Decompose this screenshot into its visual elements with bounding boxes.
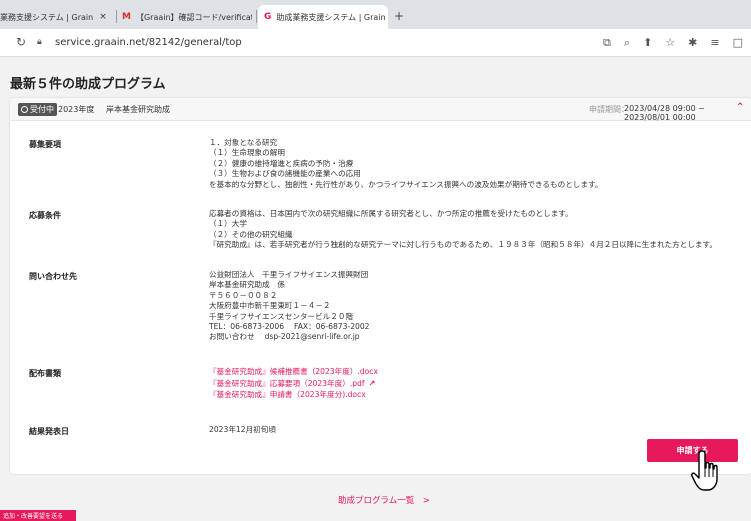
- application-period: 2023/04/28 09:00 ~ 2023/08/01 00:00: [624, 104, 705, 122]
- text-line: 『研究助成』は、若手研究者が行う独創的な研究テーマに対し行うものであるため、１９…: [209, 240, 717, 250]
- side-panel-icon[interactable]: □: [733, 36, 743, 50]
- requirements-label: 応募条件: [29, 211, 61, 220]
- new-tab-button[interactable]: +: [394, 9, 404, 23]
- close-tab-icon[interactable]: ×: [99, 12, 107, 22]
- bookmark-star-icon[interactable]: ☆: [665, 36, 675, 50]
- text-line: （１）大学: [209, 219, 247, 229]
- text-line: １．対象となる研究: [209, 138, 278, 147]
- document-link[interactable]: 『基金研究助成』応募要項（2023年度）.pdf: [209, 379, 365, 388]
- reading-list-icon[interactable]: ≡: [710, 36, 719, 50]
- contact-body: 公益財団法人 千里ライフサイエンス振興財団 岸本基金研究助成 係 〒５６０－００…: [209, 270, 370, 343]
- document-link[interactable]: 『基金研究助成』申請書（2023年度分).docx: [209, 389, 378, 401]
- hand-cursor-icon: [691, 450, 718, 491]
- zoom-icon[interactable]: ⌕: [624, 36, 630, 50]
- tab-grain-active[interactable]: G 助成業務支援システム | Grain ×: [258, 5, 388, 29]
- text-line: お問い合わせ dsp-2021@senri-life.or.jp: [209, 332, 360, 342]
- text-line: 千里ライフサイエンスセンタービル２０階: [209, 311, 354, 321]
- requirements-body: 応募者の資格は、日本国内で次の研究組織に所属する研究者とし、かつ所定の推薦を受け…: [209, 209, 717, 251]
- chevron-up-icon[interactable]: ⌃: [736, 102, 744, 113]
- text-line: を基本的な分野とし、独創性・先行性があり、かつライフサイエンス振興への波及効果が…: [209, 179, 603, 189]
- program-card-header[interactable]: 受付中 2023年度 岸本基金研究助成 申請期間： 2023/04/28 09:…: [10, 98, 751, 122]
- page-title: 最新５件の助成プログラム: [10, 77, 166, 92]
- status-label: 受付中: [30, 105, 54, 114]
- feedback-button[interactable]: 追加・改善要望を送る: [0, 510, 76, 521]
- address-bar[interactable]: service.graain.net/82142/general/top: [55, 37, 242, 48]
- text-line: 応募者の資格は、日本国内で次の研究組織に所属する研究者とし、かつ所定の推薦を受け…: [209, 209, 573, 218]
- period-label: 申請期間：: [589, 105, 629, 114]
- text-line: （２）その他の研究組織: [209, 229, 293, 239]
- documents-body: 『基金研究助成』候補推薦書（2023年度）.docx 『基金研究助成』応募要項（…: [209, 366, 378, 401]
- program-name: 岸本基金研究助成: [106, 105, 170, 114]
- text-line: 〒５６０－００８２: [209, 290, 278, 300]
- text-line: 公益財団法人 千里ライフサイエンス振興財団: [209, 270, 369, 279]
- tab-divider: [256, 10, 257, 23]
- install-icon[interactable]: ⧉: [603, 36, 611, 50]
- announcement-label: 結果発表日: [29, 427, 69, 436]
- reload-icon[interactable]: ↻: [16, 35, 26, 49]
- status-badge: 受付中: [18, 103, 57, 116]
- text-line: （２）健康の維持増進と疾病の予防・治療: [209, 158, 354, 168]
- text-line: （１）生命現象の解明: [209, 148, 285, 158]
- grain-icon: G: [264, 12, 272, 22]
- documents-label: 配布書類: [29, 369, 61, 378]
- extensions-icon[interactable]: ✱: [688, 36, 697, 50]
- status-dot-icon: [21, 106, 28, 113]
- tab-grain-1[interactable]: 業務支援システム | Grain ×: [0, 5, 115, 29]
- contact-label: 問い合わせ先: [29, 272, 77, 281]
- program-card: 受付中 2023年度 岸本基金研究助成 申請期間： 2023/04/28 09:…: [10, 98, 751, 474]
- program-list-link[interactable]: 助成プログラム一覧 >: [338, 494, 430, 506]
- tab-label: 【Graain】確認コード/verificati: [135, 12, 252, 22]
- browser-tab-strip: 業務支援システム | Grain × M 【Graain】確認コード/verif…: [0, 0, 751, 29]
- share-icon[interactable]: ⬆: [643, 36, 652, 50]
- tab-gmail[interactable]: M 【Graain】確認コード/verificati ×: [122, 5, 252, 29]
- text-line: （３）生物および食の諸機能の産業への応用: [209, 169, 361, 179]
- recruit-body: １．対象となる研究 （１）生命現象の解明 （２）健康の維持増進と疾病の予防・治療…: [209, 138, 602, 190]
- text-line: 岸本基金研究助成 係: [209, 280, 285, 290]
- fiscal-year: 2023年度: [58, 105, 95, 114]
- document-link[interactable]: 『基金研究助成』候補推薦書（2023年度）.docx: [209, 366, 378, 378]
- text-line: 大阪府豊中市新千里東町１－４－２: [209, 301, 331, 311]
- gmail-icon: M: [122, 12, 131, 22]
- tab-label: 助成業務支援システム | Grain: [276, 12, 386, 22]
- text-line: TEL：06-6873-2006 FAX：06-6873-2002: [209, 322, 370, 332]
- tab-label: 業務支援システム | Grain: [0, 12, 94, 22]
- browser-toolbar: ↻ 🔒︎ service.graain.net/82142/general/to…: [0, 29, 751, 57]
- announcement-date: 2023年12月初旬頃: [209, 425, 276, 434]
- recruit-label: 募集要項: [29, 140, 61, 149]
- toolbar-icons: ⧉ ⌕ ⬆ ☆ ✱ ≡ □: [603, 36, 743, 50]
- external-link-icon[interactable]: ↗: [369, 378, 376, 390]
- tab-divider: [116, 10, 117, 23]
- lock-icon[interactable]: 🔒︎: [37, 37, 42, 47]
